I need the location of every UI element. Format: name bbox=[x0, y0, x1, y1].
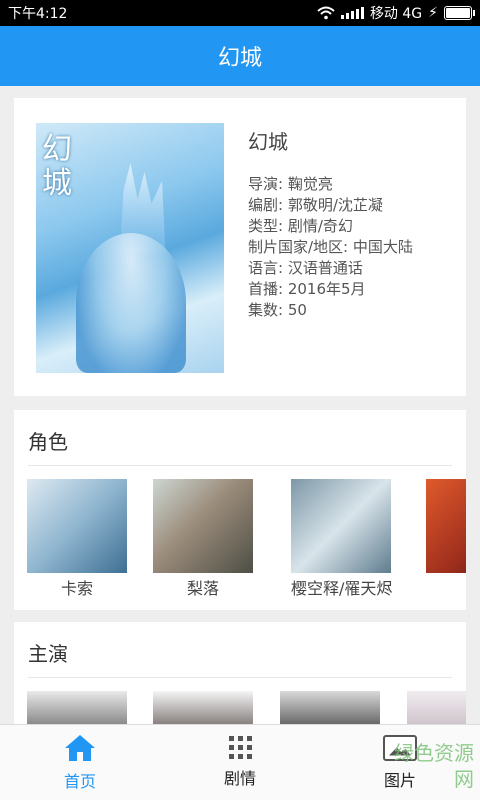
role-item[interactable] bbox=[426, 479, 466, 575]
detail-episodes: 集数: 50 bbox=[248, 301, 307, 319]
status-time: 下午4:12 bbox=[8, 6, 68, 22]
grid-icon bbox=[228, 736, 252, 759]
role-photo bbox=[153, 479, 253, 573]
detail-country: 制片国家/地区: 中国大陆 bbox=[248, 238, 413, 256]
divider bbox=[28, 677, 452, 678]
role-name: 卡索 bbox=[60, 579, 93, 598]
nav-plot-label: 剧情 bbox=[223, 769, 256, 788]
status-bar: 下午4:12 移动 4G ⚡ bbox=[0, 0, 480, 26]
cast-title: 主演 bbox=[28, 642, 68, 666]
wifi-icon bbox=[317, 6, 335, 20]
role-photo bbox=[27, 479, 127, 573]
role-item[interactable]: 卡索 bbox=[27, 479, 127, 599]
detail-language: 语言: 汉语普通话 bbox=[248, 259, 363, 277]
status-icons: 移动 4G ⚡ bbox=[317, 3, 475, 23]
signal-icon bbox=[340, 7, 364, 19]
detail-premiere: 首播: 2016年5月 bbox=[248, 280, 366, 298]
battery-icon bbox=[444, 6, 475, 20]
watermark-text: 绿色资源网 bbox=[394, 741, 474, 791]
nav-plot[interactable]: 剧情 bbox=[160, 725, 320, 800]
role-item[interactable]: 梨落 bbox=[153, 479, 253, 599]
nav-home[interactable]: 首页 bbox=[0, 725, 160, 800]
divider bbox=[28, 465, 452, 466]
roles-section: 角色 卡索 梨落 樱空释/罹天烬 bbox=[14, 410, 466, 610]
movie-info-card: 幻城 幻城 导演: 鞠觉亮 编剧: 郭敬明/沈芷凝 类型: 剧情/奇幻 制片国家… bbox=[14, 98, 466, 396]
role-photo bbox=[291, 479, 391, 573]
poster-title: 幻城 bbox=[42, 132, 72, 201]
role-item[interactable]: 樱空释/罹天烬 bbox=[291, 479, 393, 599]
movie-title: 幻城 bbox=[248, 130, 288, 154]
cast-section: 主演 bbox=[14, 622, 466, 732]
watermark-url: www.downcc.com bbox=[376, 792, 474, 800]
detail-director: 导演: 鞠觉亮 bbox=[248, 175, 333, 193]
detail-writer: 编剧: 郭敬明/沈芷凝 bbox=[248, 196, 383, 214]
app-bar: 幻城 bbox=[0, 26, 480, 86]
watermark: 绿色资源网 www.downcc.com bbox=[376, 740, 480, 800]
detail-genre: 类型: 剧情/奇幻 bbox=[248, 217, 353, 235]
home-icon bbox=[65, 734, 95, 761]
role-name: 梨落 bbox=[186, 579, 219, 598]
role-photo bbox=[426, 479, 466, 573]
roles-list[interactable]: 卡索 梨落 樱空释/罹天烬 bbox=[14, 479, 466, 609]
poster-image[interactable]: 幻城 bbox=[36, 123, 224, 373]
nav-home-label: 首页 bbox=[63, 771, 96, 791]
roles-title: 角色 bbox=[28, 430, 68, 454]
movie-details: 导演: 鞠觉亮 编剧: 郭敬明/沈芷凝 类型: 剧情/奇幻 制片国家/地区: 中… bbox=[248, 174, 413, 321]
role-name: 樱空释/罹天烬 bbox=[291, 579, 393, 598]
page-title: 幻城 bbox=[217, 46, 262, 71]
carrier-label: 移动 4G bbox=[369, 6, 423, 22]
charging-icon: ⚡ bbox=[428, 5, 438, 21]
